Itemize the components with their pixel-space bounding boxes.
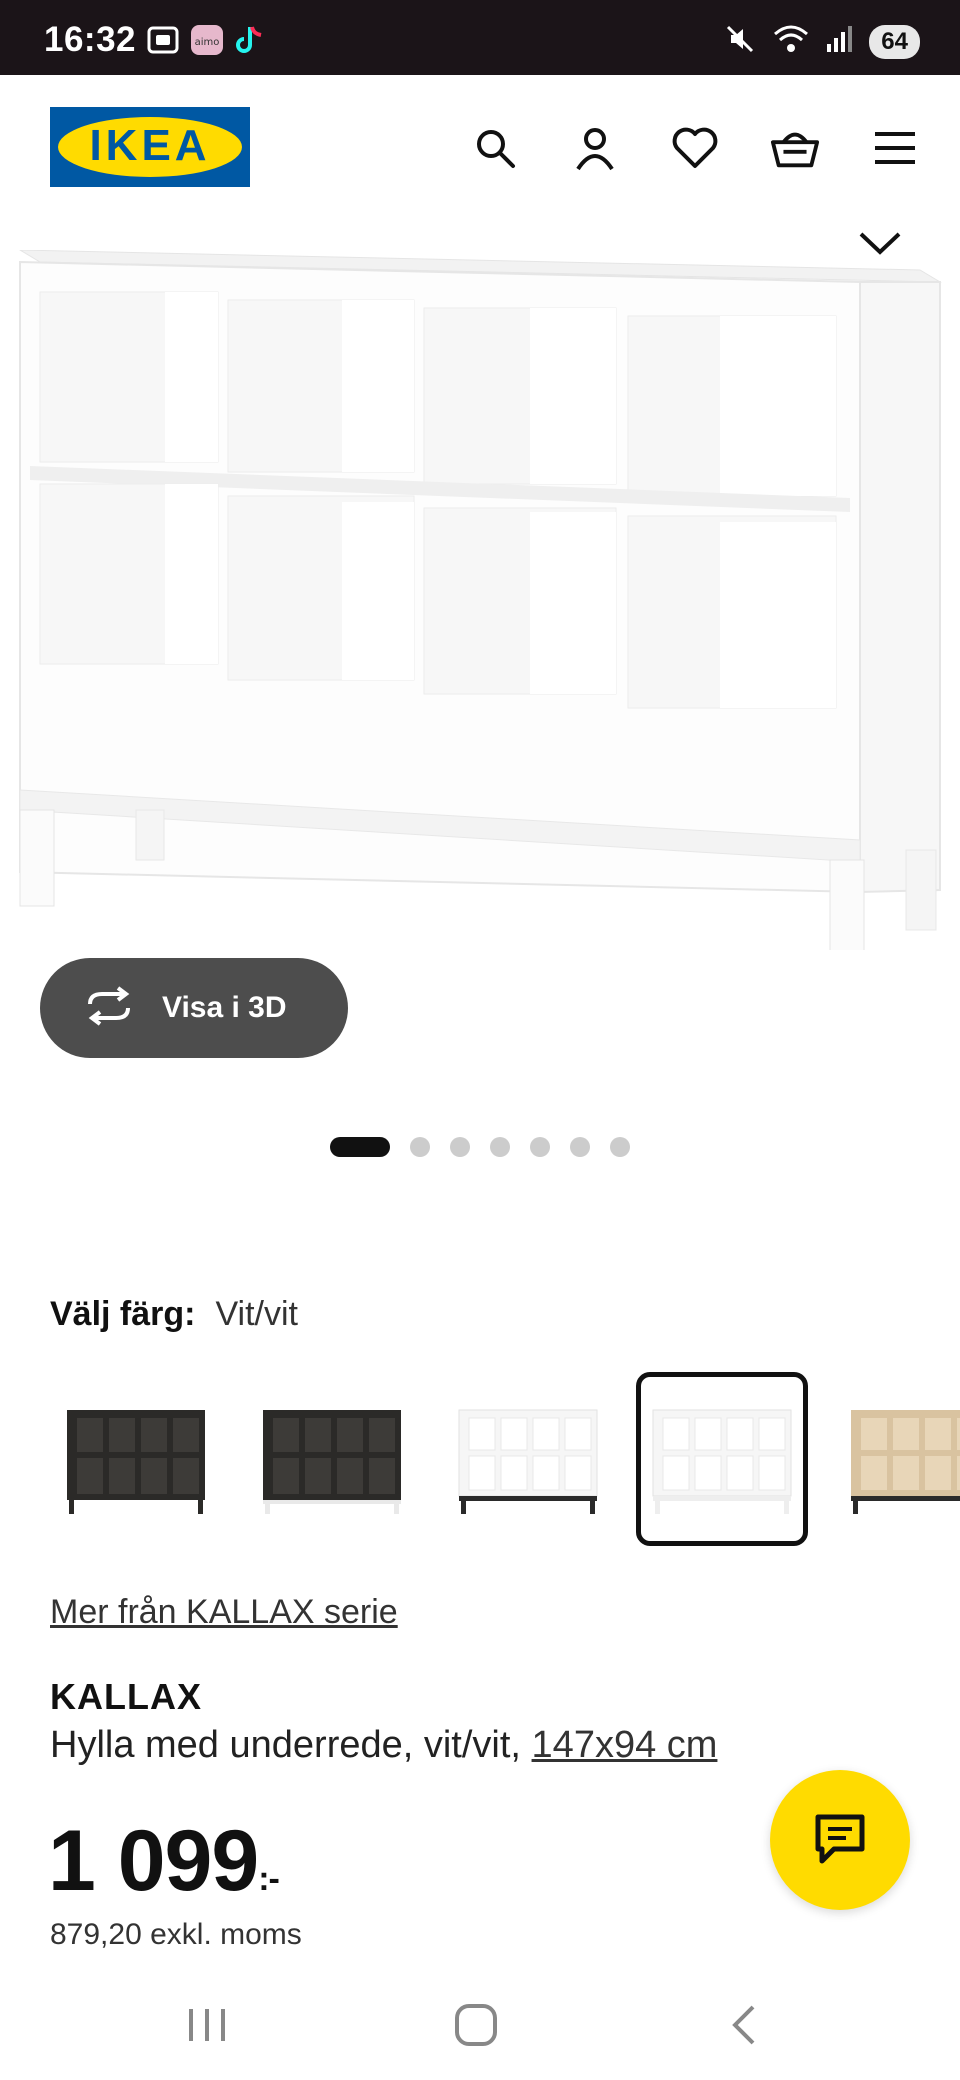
swatch-white-black[interactable]	[442, 1372, 614, 1546]
chat-button[interactable]	[770, 1770, 910, 1910]
carousel-dot[interactable]	[490, 1137, 510, 1157]
color-value: Vit/vit	[215, 1295, 298, 1333]
price-suffix: :-	[258, 1860, 280, 1898]
carousel-dot[interactable]	[450, 1137, 470, 1157]
price-value: 1 099	[48, 1813, 259, 1909]
product-dimensions-link[interactable]: 147x94 cm	[532, 1724, 718, 1766]
system-nav-bar	[0, 1975, 960, 2080]
menu-icon[interactable]	[870, 123, 920, 173]
site-header: IKEA	[0, 75, 960, 220]
swatch-oak[interactable]	[834, 1372, 960, 1546]
screenshot-icon	[146, 25, 180, 60]
ikea-logo[interactable]: IKEA	[50, 107, 250, 187]
product-description-text: Hylla med underrede, vit/vit,	[50, 1724, 521, 1766]
carousel-dot[interactable]	[530, 1137, 550, 1157]
carousel-dot[interactable]	[410, 1137, 430, 1157]
header-icons	[470, 123, 920, 173]
recent-apps-button[interactable]	[172, 1995, 242, 2055]
status-bar: 16:32 aimo 64	[0, 0, 960, 75]
view-3d-label: Visa i 3D	[162, 991, 287, 1024]
price-ex-vat: 879,20 exkl. moms	[50, 1918, 302, 1951]
tiktok-icon	[234, 24, 264, 61]
swatch-black-brown[interactable]	[50, 1372, 222, 1546]
heart-icon[interactable]	[670, 123, 720, 173]
svg-text:aimo: aimo	[195, 37, 220, 48]
product-image-carousel[interactable]: Visa i 3D	[0, 220, 960, 1120]
logo-text: IKEA	[89, 121, 211, 170]
carousel-dots	[0, 1137, 960, 1157]
swatch-white-white[interactable]	[636, 1372, 808, 1546]
aimo-icon: aimo	[190, 24, 224, 61]
product-name: KALLAX	[50, 1676, 202, 1717]
rotate-3d-icon	[82, 985, 136, 1031]
status-right: 64	[723, 22, 920, 61]
swatch-black-brown-white[interactable]	[246, 1372, 418, 1546]
status-time: 16:32	[44, 20, 137, 59]
view-3d-button[interactable]: Visa i 3D	[40, 958, 348, 1058]
carousel-dot[interactable]	[570, 1137, 590, 1157]
color-swatches	[50, 1372, 960, 1552]
battery-indicator: 64	[869, 24, 920, 59]
signal-icon	[825, 24, 855, 59]
mute-icon	[723, 22, 757, 61]
color-label: Välj färg:	[50, 1295, 196, 1333]
search-icon[interactable]	[470, 123, 520, 173]
product-image	[19, 250, 942, 950]
status-left-icons: aimo	[146, 24, 264, 61]
wifi-icon	[771, 22, 811, 61]
chat-icon	[812, 1811, 868, 1870]
product-price: 1 099:-	[48, 1812, 280, 1911]
basket-icon[interactable]	[770, 123, 820, 173]
product-description: Hylla med underrede, vit/vit, 147x94 cm	[50, 1724, 717, 1767]
back-button[interactable]	[710, 1995, 780, 2055]
color-chooser-heading: Välj färg: Vit/vit	[50, 1295, 298, 1334]
carousel-dot[interactable]	[610, 1137, 630, 1157]
account-icon[interactable]	[570, 123, 620, 173]
carousel-dot[interactable]	[330, 1137, 390, 1157]
home-button[interactable]	[441, 1995, 511, 2055]
series-link[interactable]: Mer från KALLAX serie	[50, 1593, 398, 1632]
